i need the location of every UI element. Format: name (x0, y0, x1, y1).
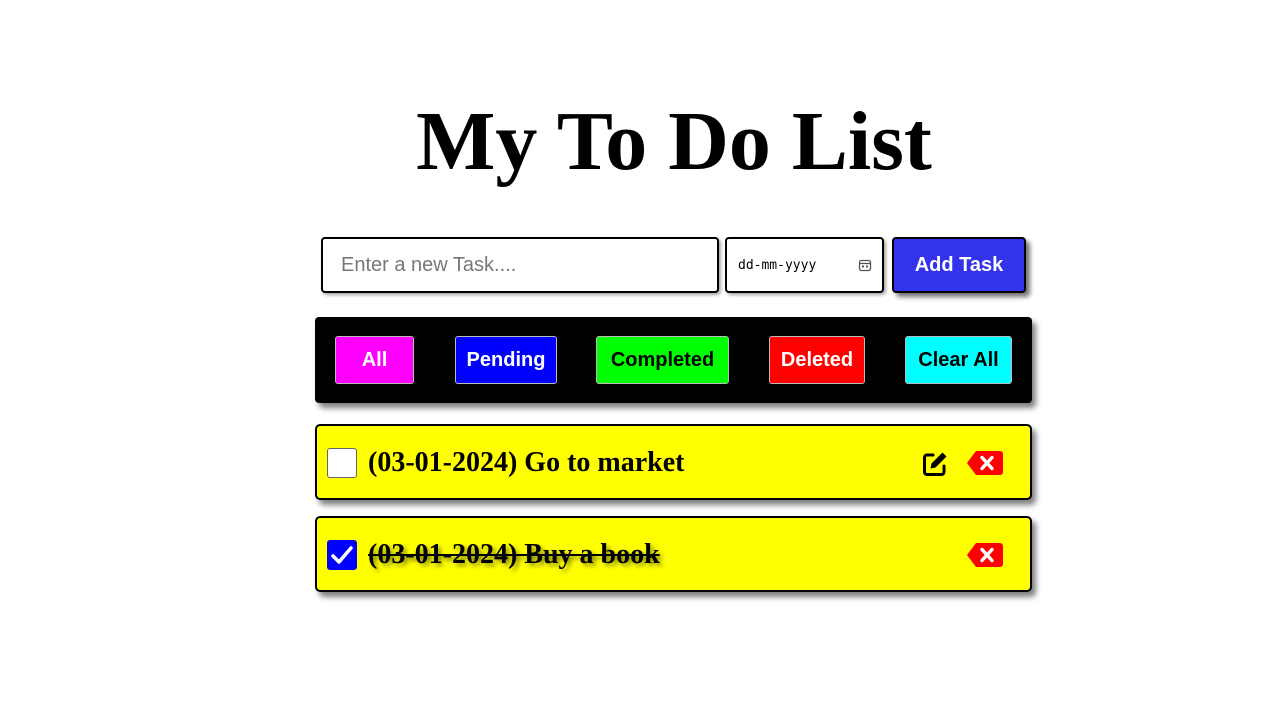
task-input[interactable] (321, 237, 719, 293)
date-placeholder: dd-mm-yyyy (738, 257, 817, 273)
filter-pending-button[interactable]: Pending (455, 336, 557, 384)
delete-icon[interactable] (966, 449, 1004, 477)
edit-icon[interactable] (920, 449, 950, 479)
date-input[interactable]: dd-mm-yyyy (725, 237, 884, 293)
clear-all-button[interactable]: Clear All (905, 336, 1012, 384)
task-item: (03-01-2024) Go to market (315, 424, 1032, 500)
calendar-icon[interactable] (858, 258, 872, 272)
add-task-button[interactable]: Add Task (892, 237, 1026, 293)
task-checkbox[interactable] (327, 448, 357, 478)
task-text: (03-01-2024) Go to market (368, 447, 685, 478)
task-checkbox[interactable] (327, 540, 357, 570)
task-text: (03-01-2024) Buy a book (368, 539, 660, 570)
checkmark-icon (331, 546, 353, 564)
filter-bar: All Pending Completed Deleted Clear All (315, 317, 1032, 403)
delete-icon[interactable] (966, 541, 1004, 569)
filter-all-button[interactable]: All (335, 336, 414, 384)
page-title: My To Do List (416, 95, 932, 188)
filter-deleted-button[interactable]: Deleted (769, 336, 865, 384)
filter-completed-button[interactable]: Completed (596, 336, 729, 384)
task-item: (03-01-2024) Buy a book (315, 516, 1032, 592)
